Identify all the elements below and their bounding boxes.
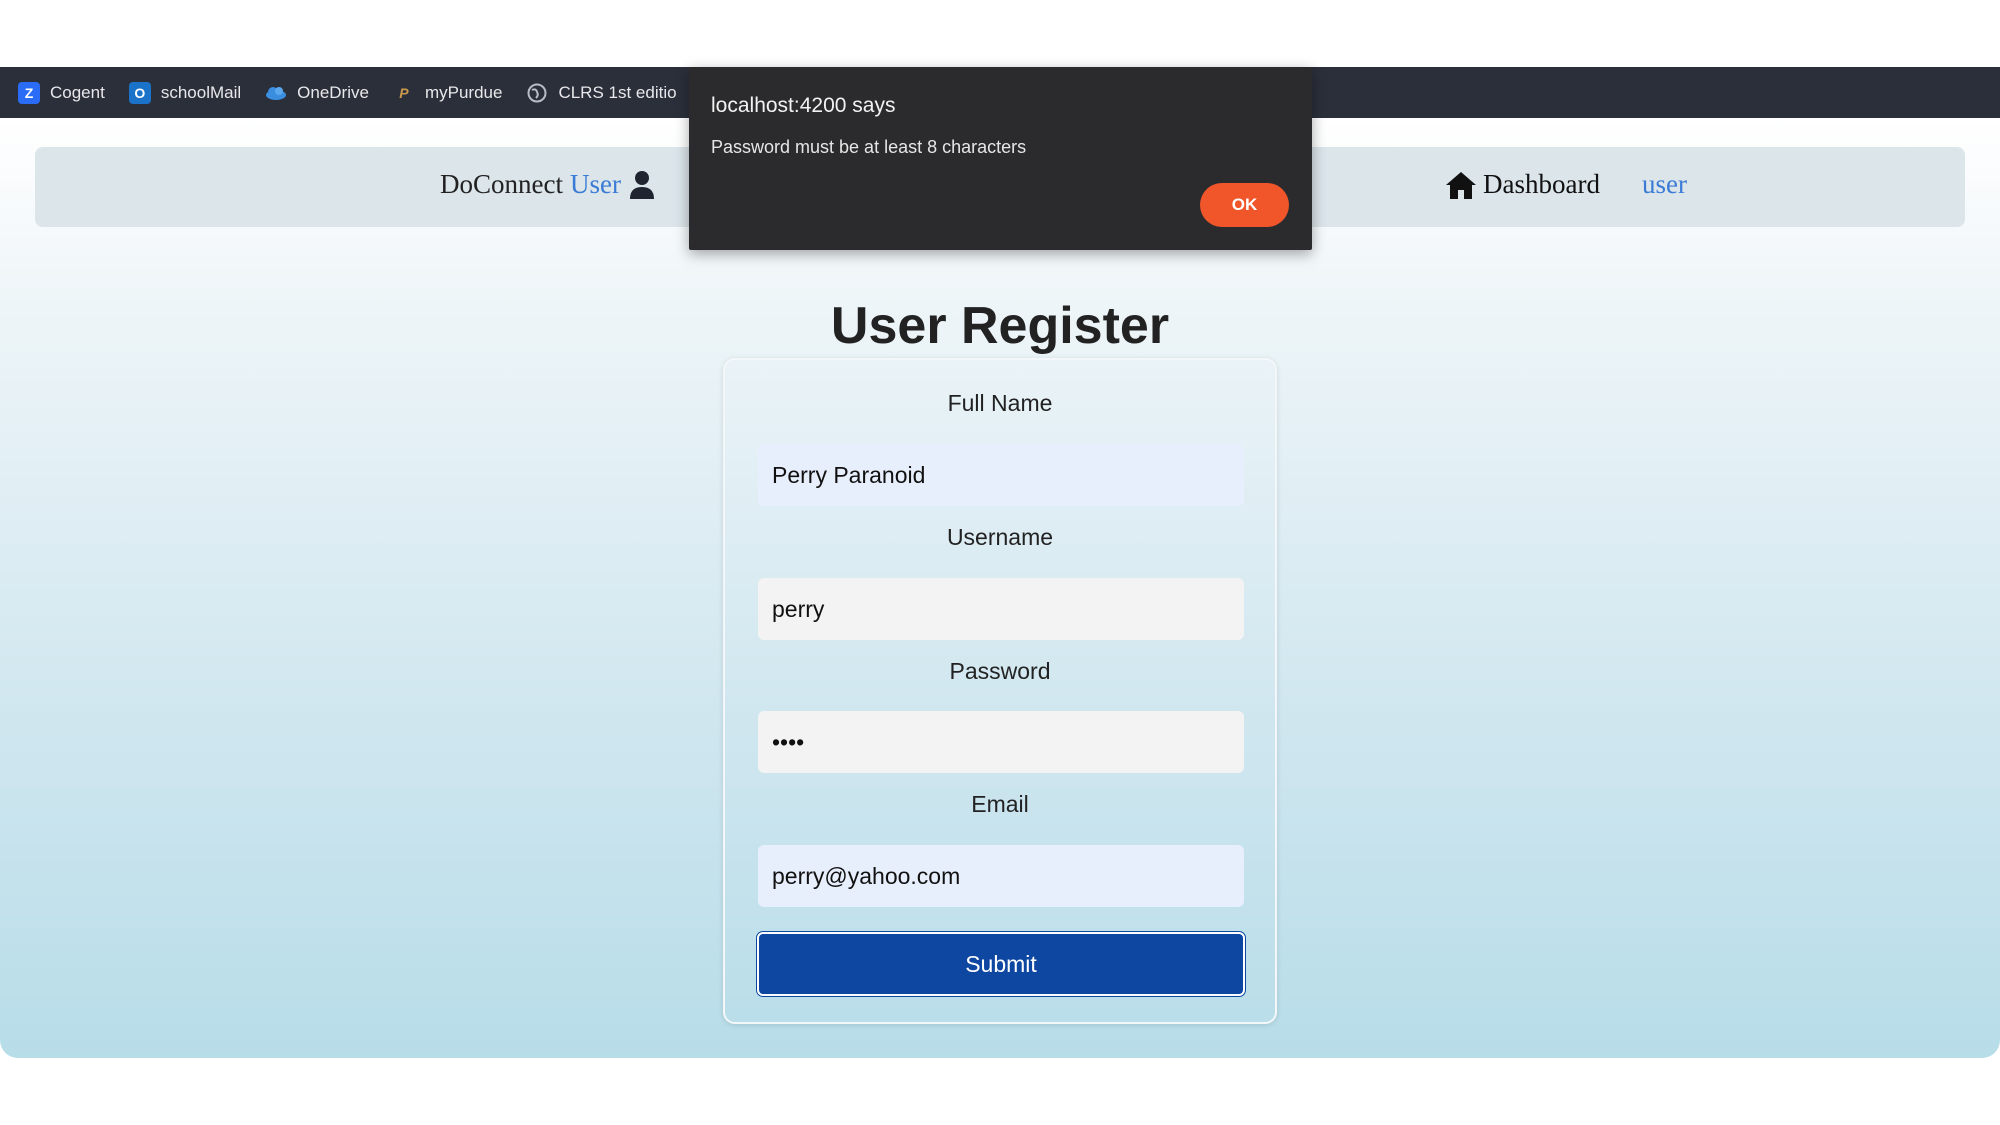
password-label: Password [949,658,1051,684]
dashboard-label: Dashboard [1483,169,1600,199]
full-name-input[interactable]: Perry Paranoid [758,444,1244,506]
user-link[interactable]: user [1642,169,1687,200]
purdue-logo-icon: P [399,84,409,101]
username-input[interactable]: perry [758,578,1244,640]
dashboard-link[interactable]: Dashboard [1445,169,1600,200]
brand-name: DoConnect [440,169,563,199]
bookmark-label: Cogent [50,82,105,102]
globe-icon [526,82,548,104]
outlook-mail-icon: O [128,81,151,104]
alert-title: localhost:4200 says [711,94,896,117]
brand[interactable]: DoConnect User [440,169,655,200]
bookmark-schoolmail[interactable]: O schoolMail [128,81,242,104]
full-name-label: Full Name [947,390,1053,416]
bookmark-cogent[interactable]: Z Cogent [18,81,105,104]
bookmark-clrs[interactable]: CLRS 1st editio [526,82,677,104]
register-form: Full Name Perry Paranoid Username perry … [723,358,1277,1024]
nav-right: Dashboard user [1445,169,1687,200]
alert-message: Password must be at least 8 characters [711,137,1027,157]
bookmark-label: myPurdue [424,82,503,102]
page-title: User Register [830,297,1170,355]
password-input[interactable]: •••• [758,711,1244,773]
brand-accent: User [569,169,621,199]
bookmark-label: OneDrive [297,82,369,102]
app-page: DoConnect User Dashboard user User Regis… [0,118,2000,1058]
bookmark-label: CLRS 1st editio [558,82,677,102]
user-icon [629,170,654,199]
username-label: Username [946,524,1054,550]
bookmark-mypurdue[interactable]: P myPurdue [393,82,502,104]
submit-button[interactable]: Submit [757,932,1245,996]
email-input[interactable]: perry@yahoo.com [758,845,1244,907]
bookmark-onedrive[interactable]: OneDrive [265,82,369,104]
bookmark-label: schoolMail [160,82,242,102]
ok-button[interactable]: OK [1200,183,1289,227]
z-logo-icon: Z [18,81,40,104]
cloud-icon [265,82,287,104]
email-label: Email [971,791,1029,817]
home-icon [1446,171,1476,199]
alert-dialog: localhost:4200 says Password must be at … [689,67,1312,250]
